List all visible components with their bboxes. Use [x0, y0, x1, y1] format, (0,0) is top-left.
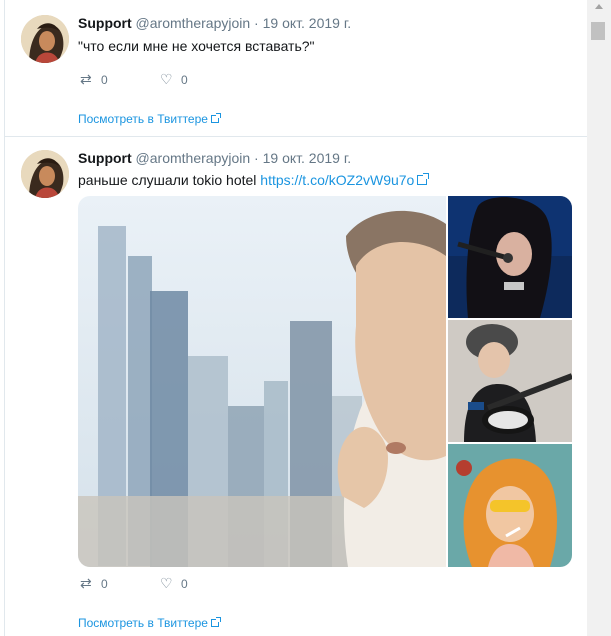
view-on-twitter-link[interactable]: Посмотреть в Твиттере: [78, 616, 221, 630]
retweet-count: 0: [101, 577, 108, 591]
tweet-text-content: раньше слушали tokio hotel: [78, 172, 257, 188]
view-on-twitter-link[interactable]: Посмотреть в Твиттере: [78, 112, 221, 126]
view-on-twitter-label: Посмотреть в Твиттере: [78, 616, 208, 630]
external-link-icon: [210, 113, 221, 123]
tweet-date[interactable]: 19 окт. 2019 г.: [263, 150, 352, 166]
vertical-scrollbar[interactable]: [587, 0, 611, 636]
like-button[interactable]: ♡ 0: [160, 575, 188, 592]
media-photo-city-portrait[interactable]: [78, 196, 446, 567]
tweet: Support @aromtherapyjoin · 19 окт. 2019 …: [5, 0, 587, 137]
scroll-up-icon[interactable]: [595, 4, 603, 9]
view-on-twitter-label: Посмотреть в Твиттере: [78, 112, 208, 126]
tweet-date[interactable]: 19 окт. 2019 г.: [263, 15, 352, 31]
heart-icon: ♡: [160, 71, 173, 87]
author-handle[interactable]: @aromtherapyjoin: [136, 150, 251, 166]
separator: ·: [254, 15, 259, 31]
external-link-icon: [210, 617, 221, 627]
retweet-button[interactable]: ⇄ 0: [80, 575, 108, 592]
separator: ·: [254, 150, 259, 166]
author-name[interactable]: Support: [78, 150, 132, 166]
media-photo-guitarist[interactable]: [448, 320, 572, 442]
retweet-icon: ⇄: [80, 575, 92, 591]
scrollbar-thumb[interactable]: [591, 22, 605, 40]
avatar[interactable]: [21, 150, 69, 198]
retweet-count: 0: [101, 73, 108, 87]
external-link-icon: [417, 173, 430, 185]
avatar[interactable]: [21, 15, 69, 63]
retweet-icon: ⇄: [80, 71, 92, 87]
tweet-feed: Support @aromtherapyjoin · 19 окт. 2019 …: [4, 0, 588, 636]
tweet-text-content: "что если мне не хочется вставать?": [78, 38, 315, 54]
media-grid: [78, 196, 572, 567]
heart-icon: ♡: [160, 575, 173, 591]
media-photo-illustration[interactable]: [448, 444, 572, 567]
like-button[interactable]: ♡ 0: [160, 71, 188, 88]
retweet-button[interactable]: ⇄ 0: [80, 71, 108, 88]
author-handle[interactable]: @aromtherapyjoin: [136, 15, 251, 31]
like-count: 0: [181, 577, 188, 591]
tweet-text: раньше слушали tokio hotel https://t.co/…: [78, 172, 430, 188]
tweet-link[interactable]: https://t.co/kOZ2vW9u7o: [260, 172, 414, 188]
author-name[interactable]: Support: [78, 15, 132, 31]
like-count: 0: [181, 73, 188, 87]
media-photo-singer[interactable]: [448, 196, 572, 318]
tweet-header: Support @aromtherapyjoin · 19 окт. 2019 …: [78, 15, 351, 31]
tweet-text: "что если мне не хочется вставать?": [78, 38, 315, 54]
tweet-header: Support @aromtherapyjoin · 19 окт. 2019 …: [78, 150, 351, 166]
tweet: Support @aromtherapyjoin · 19 окт. 2019 …: [5, 137, 587, 636]
